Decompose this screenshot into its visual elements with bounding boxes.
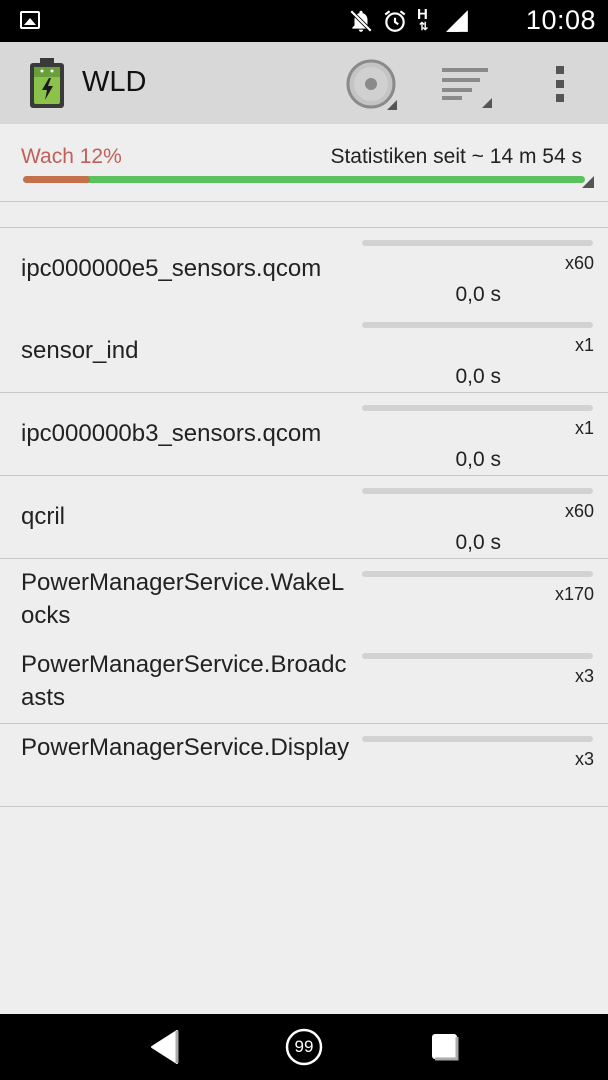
navigation-bar: 99 xyxy=(0,1014,608,1080)
recents-button[interactable] xyxy=(425,1027,465,1067)
status-icons: H ⇅ xyxy=(348,6,470,34)
wakelock-bar xyxy=(362,239,593,246)
data-h-icon: H ⇅ xyxy=(417,6,429,33)
summary-header[interactable]: Wach 12% Statistiken seit ~ 14 m 54 s xyxy=(0,124,608,202)
wakelock-count: x3 xyxy=(574,748,594,769)
back-button[interactable] xyxy=(145,1027,185,1067)
awake-percentage: Wach 12% xyxy=(21,145,122,168)
status-bar: H ⇅ 10:08 xyxy=(0,0,608,42)
wakelock-time: 0,0 s xyxy=(455,530,501,554)
wakelock-name: ipc000000e5_sensors.qcom xyxy=(21,254,322,282)
wakelock-time: 0,0 s xyxy=(455,282,501,306)
filter-target-icon xyxy=(346,59,397,110)
recents-icon xyxy=(432,1034,459,1061)
list-item[interactable]: ipc000000e5_sensors.qcom x60 0,0 s xyxy=(0,227,608,311)
statistics-since: Statistiken seit ~ 14 m 54 s xyxy=(330,145,582,168)
image-notification-icon xyxy=(20,11,40,29)
back-icon xyxy=(151,1030,179,1064)
wakelock-count: x60 xyxy=(564,252,594,273)
wakelock-name: ipc000000b3_sensors.qcom xyxy=(21,420,322,448)
signal-icon xyxy=(446,10,468,32)
wakelock-bar xyxy=(362,570,593,577)
list-item[interactable]: PowerManagerService.Display x3 xyxy=(0,723,608,807)
wakelock-count: x60 xyxy=(564,500,594,521)
awake-progress-fill xyxy=(23,176,91,183)
expand-corner-icon xyxy=(582,176,594,188)
wakelock-bar xyxy=(362,735,593,742)
wakelock-count: x1 xyxy=(574,418,594,439)
filter-button[interactable] xyxy=(343,56,399,112)
wakelock-count: x170 xyxy=(554,583,594,604)
alarm-icon xyxy=(384,10,406,32)
wakelock-time: 0,0 s xyxy=(455,365,501,389)
list-item[interactable]: sensor_ind x1 0,0 s xyxy=(0,310,608,394)
clock: 10:08 xyxy=(525,5,596,35)
wakelock-name: PowerManagerService.Broadcasts xyxy=(21,651,347,712)
wakelock-name: sensor_ind xyxy=(21,337,139,365)
wakelock-name: qcril xyxy=(21,502,66,530)
app-logo-icon xyxy=(30,58,64,108)
sort-icon xyxy=(442,68,492,108)
wakelock-name: PowerManagerService.WakeLocks xyxy=(21,568,345,629)
home-label: 99 xyxy=(294,1037,314,1056)
app-bar: WLD xyxy=(0,42,608,124)
more-options-button[interactable] xyxy=(532,56,588,112)
notifications-off-icon xyxy=(349,9,373,33)
wakelock-count: x3 xyxy=(574,666,594,687)
sort-button[interactable] xyxy=(438,56,494,112)
wakelock-list[interactable]: om0,0 sipc000000e5_sensors.qcomx600,0 ss… xyxy=(0,202,608,1014)
wakelock-time: 0,0 s xyxy=(455,448,501,472)
wakelock-count: x1 xyxy=(574,335,594,356)
list-item[interactable]: om0,0 s xyxy=(0,202,608,228)
list-item[interactable]: PowerManagerService.Broadcasts x3 xyxy=(0,641,608,725)
wakelock-bar xyxy=(362,487,593,494)
app-title: WLD xyxy=(82,66,147,98)
wakelock-bar xyxy=(362,653,593,660)
more-vert-icon xyxy=(556,66,564,102)
awake-progress-bar xyxy=(23,176,585,183)
wakelock-name: PowerManagerService.Display xyxy=(21,733,350,761)
list-item[interactable]: qcril x60 0,0 s xyxy=(0,475,608,559)
wakelock-bar xyxy=(362,405,593,412)
wakelock-bar xyxy=(362,322,593,329)
list-item[interactable]: ipc000000b3_sensors.qcom x1 0,0 s xyxy=(0,393,608,477)
list-item[interactable]: PowerManagerService.WakeLocks x170 xyxy=(0,558,608,642)
home-button[interactable]: 99 xyxy=(284,1027,324,1067)
